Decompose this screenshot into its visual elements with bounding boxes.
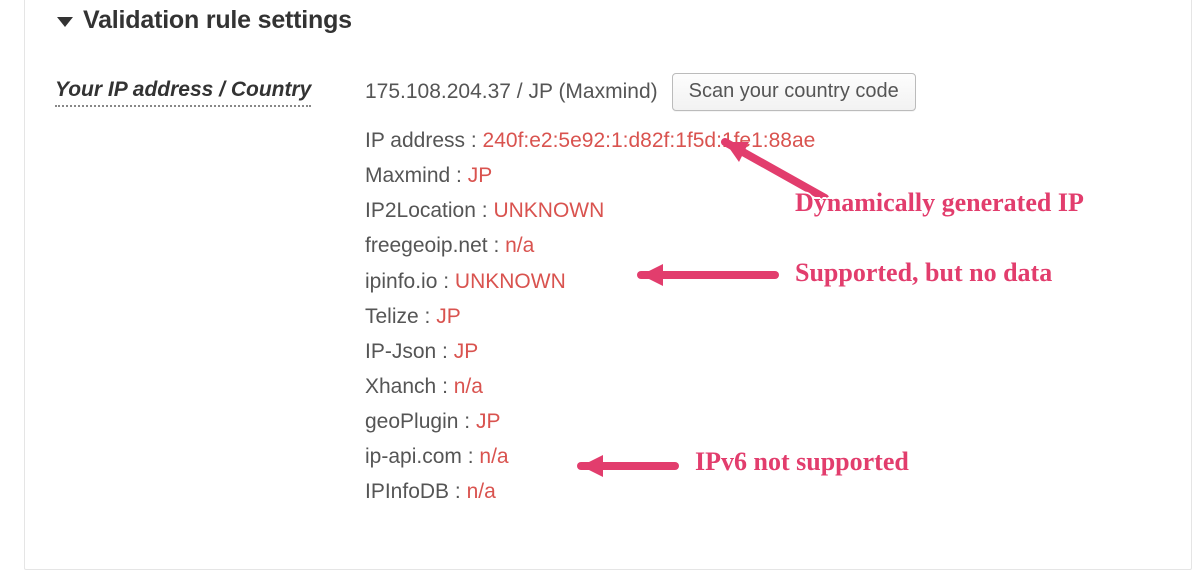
detail-value: 240f:e2:5e92:1:d82f:1f5d:1fe1:88ae [483,129,816,152]
detail-label: freegeoip.net [365,234,488,257]
detail-label: geoPlugin [365,410,458,433]
detail-ip-json: IP-Json : JP [365,340,1161,364]
row-label: Your IP address / Country [55,77,311,107]
detail-label: Maxmind [365,164,450,187]
ip-country-row: Your IP address / Country 175.108.204.37… [55,73,1161,516]
detail-ip-address: IP address : 240f:e2:5e92:1:d82f:1f5d:1f… [365,129,1161,153]
detail-telize: Telize : JP [365,305,1161,329]
detail-ip2location: IP2Location : UNKNOWN [365,199,1161,223]
detail-label: IP-Json [365,340,436,363]
scan-country-button[interactable]: Scan your country code [672,73,916,111]
row-content: 175.108.204.37 / JP (Maxmind) Scan your … [365,73,1161,516]
detail-value: JP [476,410,501,433]
detail-ipinfo-io: ipinfo.io : UNKNOWN [365,270,1161,294]
detail-value: n/a [505,234,534,257]
detail-ip-api-com: ip-api.com : n/a [365,445,1161,469]
detail-xhanch: Xhanch : n/a [365,375,1161,399]
disclosure-triangle-icon[interactable] [57,17,73,27]
detail-label: Xhanch [365,375,436,398]
detail-label: IP2Location [365,199,476,222]
ip-country-summary: 175.108.204.37 / JP (Maxmind) [365,80,658,104]
detail-value: JP [436,305,461,328]
detail-geoplugin: geoPlugin : JP [365,410,1161,434]
detail-value: JP [454,340,479,363]
detail-label: ip-api.com [365,445,462,468]
detail-value: n/a [454,375,483,398]
summary-line: 175.108.204.37 / JP (Maxmind) Scan your … [365,73,1161,111]
detail-maxmind: Maxmind : JP [365,164,1161,188]
detail-value: UNKNOWN [455,270,566,293]
detail-label: IP address [365,129,465,152]
detail-label: IPInfoDB [365,480,449,503]
section-header[interactable]: Validation rule settings [55,0,1161,45]
detail-value: n/a [479,445,508,468]
settings-card: Validation rule settings Your IP address… [24,0,1192,570]
detail-ipinfodb: IPInfoDB : n/a [365,480,1161,504]
detail-value: UNKNOWN [493,199,604,222]
section-title: Validation rule settings [83,0,352,45]
detail-value: JP [468,164,493,187]
detail-label: ipinfo.io [365,270,437,293]
detail-freegeoip: freegeoip.net : n/a [365,234,1161,258]
detail-value: n/a [467,480,496,503]
detail-label: Telize [365,305,419,328]
